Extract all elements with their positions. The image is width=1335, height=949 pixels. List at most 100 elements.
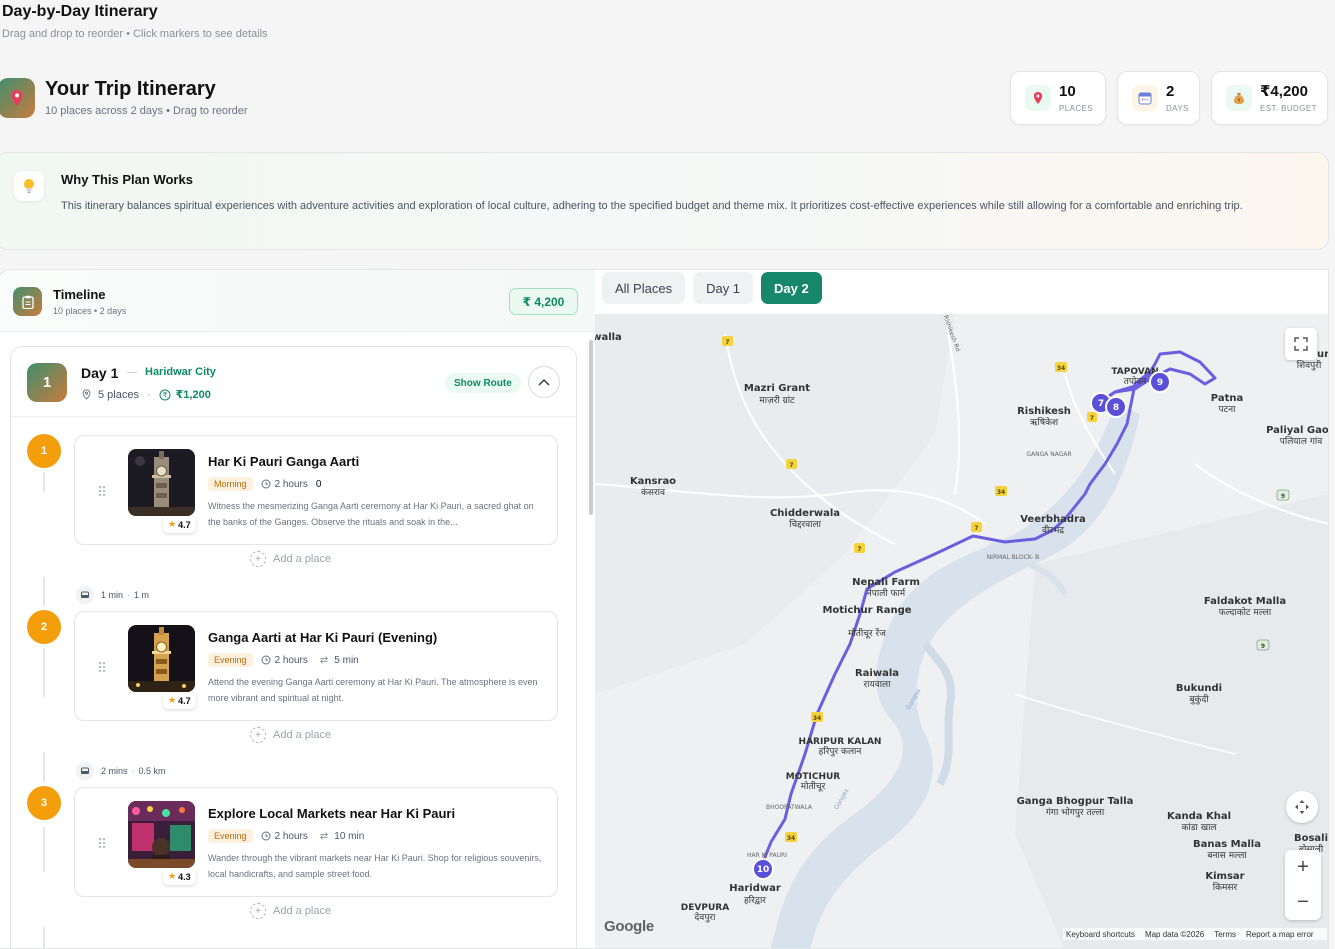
map-label: Kansrao: [630, 476, 676, 487]
zoom-in-button[interactable]: +: [1285, 850, 1321, 885]
svg-text:7: 7: [974, 525, 978, 532]
car-icon: [76, 762, 94, 780]
add-place-button[interactable]: + Add a place: [250, 903, 331, 919]
place-duration: 2 hours: [274, 830, 308, 842]
place-duration: 2 hours: [274, 654, 308, 666]
keyboard-shortcuts-link[interactable]: Keyboard shortcuts: [1066, 930, 1135, 939]
plus-icon: +: [250, 727, 266, 743]
place-card[interactable]: ⠿ ★ 4.3 Explore Local Markets near Har Ki…: [74, 787, 558, 897]
map-label: किमसर: [1213, 881, 1238, 893]
car-icon: [76, 586, 94, 604]
map-label: HARIPUR KALAN: [799, 737, 882, 747]
map-label: फल्दाकोट मल्ला: [1219, 606, 1272, 618]
why-plan-works-card: Why This Plan Works This itinerary balan…: [0, 152, 1329, 250]
day-header[interactable]: 1 Day 1 Haridwar City 5 places · ₹ ₹1,20…: [11, 347, 576, 417]
place-duration: 2 hours: [274, 478, 308, 490]
map-label: कांडा खाल: [1181, 822, 1217, 833]
svg-text:34: 34: [1057, 365, 1065, 372]
day-tabs: All Places Day 1 Day 2: [602, 272, 830, 304]
timeline-header: Timeline 10 places • 2 days ₹ 4,200: [0, 270, 595, 332]
why-text: This itinerary balances spiritual experi…: [61, 200, 1243, 212]
map-label: Rishikesh: [1017, 406, 1071, 417]
stat-days-label: DAYS: [1166, 103, 1189, 113]
star-icon: ★: [168, 695, 177, 705]
plus-icon: +: [250, 903, 266, 919]
rating-badge: ★ 4.7: [163, 516, 196, 533]
stat-places-value: 10: [1059, 82, 1076, 100]
fullscreen-button[interactable]: [1285, 328, 1317, 360]
map-label: कंसराव: [641, 487, 666, 498]
pan-control[interactable]: [1286, 791, 1318, 823]
place-card[interactable]: ⠿ ★ 4.7 Har Ki Pauri Ganga Aarti Morning …: [74, 435, 558, 545]
day-title: Day 1: [81, 365, 119, 381]
place-travel: 5 min: [334, 654, 359, 666]
place-card[interactable]: ⠿ ★ 4.7 Ganga Aarti at Har Ki Pauri (Even…: [74, 611, 558, 721]
map-small-label: walla: [595, 332, 622, 343]
place-description: Witness the mesmerizing Ganga Aarti cere…: [208, 501, 534, 527]
map-small-label: BHOOPATWALA: [766, 804, 813, 811]
drag-handle-icon[interactable]: ⠿: [97, 660, 107, 677]
map-attribution: Keyboard shortcuts Map data ©2026 Terms …: [1063, 928, 1327, 940]
trip-title: Your Trip Itinerary: [45, 78, 216, 100]
timeline-subtitle: 10 places • 2 days: [53, 306, 127, 316]
money-bag-icon: ₹: [1226, 85, 1252, 111]
rating-value: 4.7: [178, 519, 191, 530]
travel-time: 2 mins: [101, 766, 128, 776]
pin-icon: [1025, 85, 1051, 111]
map-label: Bosali: [1294, 833, 1328, 844]
add-place-label: Add a place: [273, 905, 332, 917]
zoom-out-button[interactable]: −: [1285, 885, 1321, 920]
svg-text:7: 7: [1090, 415, 1094, 422]
transfer-icon: ⇄: [319, 654, 329, 666]
timeline-rail: [43, 647, 45, 697]
drag-handle-icon[interactable]: ⠿: [97, 484, 107, 501]
place-title: Explore Local Markets near Har Ki Pauri: [208, 806, 456, 821]
stat-budget-value: ₹4,200: [1260, 82, 1308, 100]
report-error-link[interactable]: Report a map error: [1246, 930, 1314, 939]
page-subtitle: Drag and drop to reorder • Click markers…: [2, 28, 268, 40]
map-label: Nepali Farm: [852, 577, 920, 588]
place-thumbnail: [128, 801, 195, 868]
day-budget: ₹1,200: [175, 389, 211, 401]
map-label: बुकुंदी: [1189, 693, 1209, 705]
add-place-button[interactable]: + Add a place: [250, 727, 331, 743]
time-of-day-tag: Evening: [208, 653, 253, 667]
svg-text:7: 7: [857, 546, 861, 553]
stat-places-label: PLACES: [1059, 103, 1093, 113]
tab-day-2[interactable]: Day 2: [761, 272, 822, 304]
place-title: Ganga Aarti at Har Ki Pauri (Evening): [208, 630, 438, 645]
svg-text:₹: ₹: [1237, 98, 1240, 104]
tab-all-places[interactable]: All Places: [602, 272, 686, 304]
add-place-button[interactable]: + Add a place: [250, 551, 331, 567]
svg-text:34: 34: [813, 715, 821, 722]
map-label: मोतीचूर रेंज: [848, 627, 886, 639]
map-label: Paliyal Gaon: [1266, 425, 1329, 436]
show-route-button[interactable]: Show Route: [445, 373, 521, 393]
clock-icon: [261, 831, 271, 841]
plus-icon: +: [250, 551, 266, 567]
map-label: चिद्दरवाला: [789, 518, 822, 530]
place-number: 3: [27, 786, 61, 820]
place-travel: 0: [315, 478, 322, 490]
rating-badge: ★ 4.3: [163, 868, 196, 885]
rating-value: 4.7: [178, 695, 191, 706]
map-label: माज़री ग्रांट: [759, 394, 795, 406]
location-icon: [81, 389, 92, 400]
map-label: पलियाल गांव: [1280, 435, 1323, 447]
map-label: देवपुरा: [695, 911, 717, 923]
collapse-button[interactable]: [528, 366, 560, 398]
drag-handle-icon[interactable]: ⠿: [97, 836, 107, 853]
timeline-panel: Timeline 10 places • 2 days ₹ 4,200 1 Da…: [0, 269, 596, 949]
day-number-badge: 1: [27, 363, 67, 402]
map-label: वीरभद्र: [1042, 524, 1064, 536]
terms-link[interactable]: Terms: [1214, 930, 1236, 939]
timeline-title: Timeline: [53, 287, 106, 302]
tab-day-1[interactable]: Day 1: [693, 272, 754, 304]
route-map[interactable]: 7 7 7 7 34 34 34 34 7 9 9 Mazri Grant मा…: [595, 314, 1329, 948]
rupee-icon: ₹: [159, 389, 171, 401]
svg-text:₹: ₹: [162, 391, 167, 399]
map-label: गंगा भोगपुर तल्ला: [1046, 806, 1105, 818]
timeline-rail: [43, 927, 45, 948]
scrollbar-thumb[interactable]: [589, 340, 593, 515]
travel-distance: 0.5 km: [138, 766, 166, 776]
